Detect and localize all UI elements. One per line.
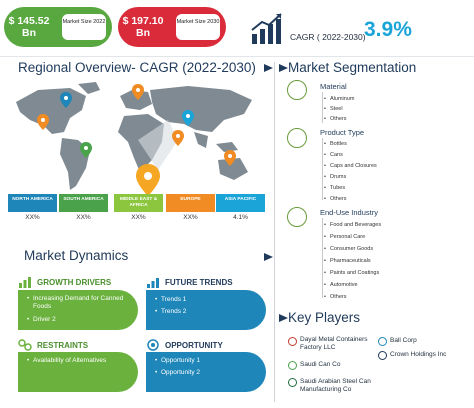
cagr-label: CAGR ( 2022-2030) — [290, 32, 366, 42]
list-item: Availability of Alternatives — [27, 357, 106, 365]
growth-drivers-header: GROWTH DRIVERS — [18, 276, 111, 288]
region-label: ASIA PACIFIC — [216, 194, 265, 212]
market-size-2030-label: Market Size 2030 — [176, 14, 220, 40]
segment-item: Tubes — [324, 185, 345, 191]
opportunity-title: OPPORTUNITY — [165, 340, 223, 350]
market-size-2030-value: $ 197.10 Bn — [122, 15, 164, 39]
future-trends-header: FUTURE TRENDS — [146, 276, 233, 288]
market-segmentation-title: Market Segmentation — [288, 60, 417, 75]
material-icon — [287, 80, 307, 100]
section-marker-icon — [279, 64, 288, 72]
segment-item: Caps and Closures — [324, 163, 377, 169]
bar-chart-icon — [19, 277, 31, 288]
segment-item: Paints and Coatings — [324, 270, 379, 276]
key-players-title: Key Players — [288, 310, 361, 325]
region-label: SOUTH AMERICA — [59, 194, 108, 212]
segment-item: Consumer Goods — [324, 246, 373, 252]
segment-item: Aluminum — [324, 96, 355, 102]
segment-item: Bottles — [324, 141, 347, 147]
section-marker-icon — [279, 314, 288, 322]
column-divider — [274, 62, 275, 402]
restraints-header: RESTRAINTS — [18, 339, 88, 351]
list-item: Increasing Demand for Canned Foods — [27, 295, 131, 310]
key-player-name: Saudi Can Co — [300, 361, 341, 368]
region-label: MIDDLE EAST & AFRICA — [114, 194, 163, 212]
market-dynamics-title: Market Dynamics — [24, 248, 129, 263]
region-europe: EUROPE XX% — [166, 194, 215, 224]
future-trends-title: FUTURE TRENDS — [165, 277, 233, 287]
key-player-name: Dayal Metal Containers Factory LLC — [300, 336, 368, 351]
segment-line — [322, 92, 323, 123]
segment-item: Automotive — [324, 282, 357, 288]
company-logo-icon — [288, 361, 297, 370]
market-size-2022-pill: $ 145.52 Bn Market Size 2022 — [4, 7, 112, 47]
region-label: EUROPE — [166, 194, 215, 212]
market-size-2030-pill: $ 197.10 Bn Market Size 2030 — [118, 7, 226, 47]
region-value: XX% — [183, 214, 198, 221]
segment-item: Steel — [324, 106, 342, 112]
opportunity-card: Opportunity 1 Opportunity 2 — [146, 352, 266, 392]
opportunity-header: OPPORTUNITY — [146, 339, 223, 351]
company-logo-icon — [288, 378, 297, 387]
restraints-icon — [18, 339, 32, 351]
segment-line — [322, 138, 323, 200]
region-label: NORTH AMERICA — [8, 194, 57, 212]
segment-item: Pharmaceuticals — [324, 258, 371, 264]
section-marker-icon — [264, 64, 273, 72]
growth-drivers-title: GROWTH DRIVERS — [37, 277, 112, 287]
segment-heading: Product Type — [320, 128, 365, 137]
future-trends-card: Trends 1 Trends 2 — [146, 290, 266, 330]
world-map — [16, 82, 252, 196]
company-logo-icon — [378, 351, 387, 360]
segment-item: Drums — [324, 174, 346, 180]
cagr-value: 3.9% — [364, 18, 412, 41]
segment-item: Others — [324, 116, 346, 122]
market-size-2022-label: Market Size 2022 — [62, 14, 106, 40]
segment-item: Food and Beverages — [324, 222, 381, 228]
list-item: Driver 2 — [27, 316, 56, 324]
end-use-industry-icon — [287, 207, 307, 227]
segment-line — [322, 218, 323, 298]
restraints-card: Availability of Alternatives — [18, 352, 138, 392]
region-value: XX% — [131, 214, 146, 221]
opportunity-icon — [147, 339, 159, 351]
list-item: Opportunity 2 — [155, 369, 200, 377]
product-type-icon — [287, 128, 307, 148]
segment-item: Cans — [324, 152, 343, 158]
region-value: XX% — [76, 214, 91, 221]
segment-heading: Material — [320, 82, 347, 91]
key-player-name: Saudi Arabian Steel Can Manufacturing Co — [300, 378, 371, 393]
list-item: Opportunity 1 — [155, 357, 200, 365]
growth-drivers-card: Increasing Demand for Canned Foods Drive… — [18, 290, 138, 330]
company-logo-icon — [288, 337, 297, 346]
region-south-america: SOUTH AMERICA XX% — [59, 194, 108, 224]
key-player-name: Ball Corp — [390, 337, 417, 344]
company-logo-icon — [378, 337, 387, 346]
regional-overview-title: Regional Overview- CAGR (2022-2030) — [18, 60, 256, 75]
segment-item: Personal Care — [324, 234, 365, 240]
region-value: XX% — [25, 214, 40, 221]
list-item: Trends 2 — [155, 308, 186, 316]
market-size-2022-value: $ 145.52 Bn — [8, 15, 50, 39]
region-asia-pacific: ASIA PACIFIC 4.1% — [216, 194, 265, 224]
region-middle-east-africa: MIDDLE EAST & AFRICA XX% — [114, 194, 163, 224]
region-value: 4.1% — [233, 214, 248, 221]
segment-item: Others — [324, 196, 346, 202]
key-player-name: Crown Holdings Inc — [390, 351, 447, 358]
restraints-title: RESTRAINTS — [37, 340, 89, 350]
list-item: Trends 1 — [155, 296, 186, 304]
segment-item: Others — [324, 294, 346, 300]
growth-chart-icon — [251, 13, 282, 44]
trend-icon — [147, 278, 159, 288]
header-divider — [0, 56, 474, 57]
segment-heading: End-Use Industry — [320, 208, 378, 217]
region-north-america: NORTH AMERICA XX% — [8, 194, 57, 224]
section-marker-icon — [264, 253, 273, 261]
